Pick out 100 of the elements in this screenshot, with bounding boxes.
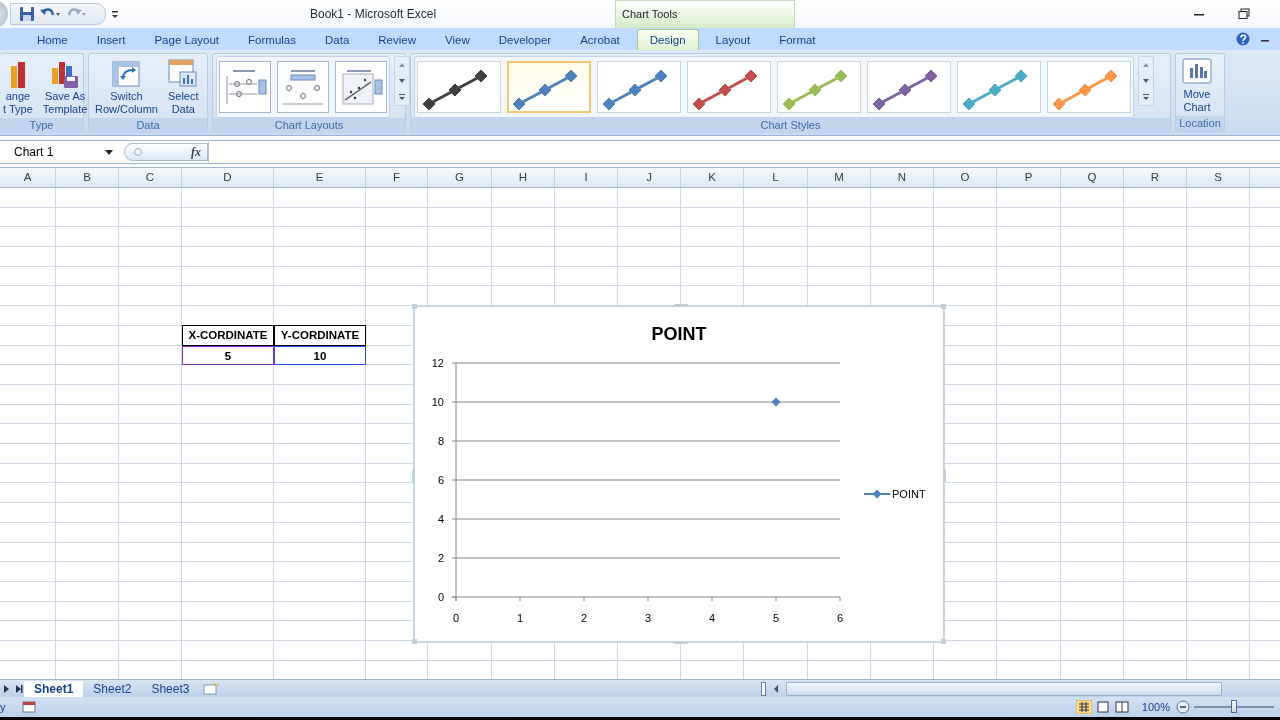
- line-chart-icon: [692, 69, 758, 111]
- column-header[interactable]: N: [871, 168, 934, 187]
- page-break-view-icon[interactable]: [1113, 700, 1130, 714]
- ribbon-tab[interactable]: Review: [366, 30, 428, 50]
- x-tick-label: 6: [836, 612, 844, 624]
- column-header[interactable]: L: [744, 168, 808, 187]
- ribbon-tab[interactable]: Formulas: [236, 30, 308, 50]
- x-tick-label: 1: [516, 612, 524, 624]
- x-tick-label: 5: [772, 612, 780, 624]
- circle-icon: [133, 147, 143, 157]
- column-header[interactable]: H: [492, 168, 555, 187]
- chart-layout-option[interactable]: [277, 61, 329, 113]
- ribbon-tab[interactable]: View: [433, 30, 482, 50]
- column-header[interactable]: Q: [1061, 168, 1124, 187]
- column-header[interactable]: M: [808, 168, 871, 187]
- chart-layout-option[interactable]: [335, 61, 387, 113]
- line-chart-icon: [872, 69, 938, 111]
- column-header[interactable]: G: [428, 168, 492, 187]
- sheet-tab[interactable]: Sheet1: [24, 680, 84, 697]
- restore-icon[interactable]: [1238, 8, 1250, 20]
- chart-style-option[interactable]: [867, 61, 951, 113]
- ribbon-tab[interactable]: Data: [313, 30, 362, 50]
- resize-handle[interactable]: [412, 639, 417, 644]
- move-chart-button[interactable]: Move Chart: [1179, 56, 1215, 116]
- column-header[interactable]: D: [182, 168, 274, 187]
- ribbon-tab[interactable]: Design: [636, 29, 699, 50]
- column-header[interactable]: B: [56, 168, 119, 187]
- save-as-template-button[interactable]: Save As Template: [39, 56, 91, 118]
- ribbon-tab[interactable]: Acrobat: [568, 30, 632, 50]
- sheet-tab[interactable]: Sheet2: [83, 680, 142, 697]
- column-header[interactable]: S: [1187, 168, 1250, 187]
- column-header[interactable]: J: [618, 168, 681, 187]
- y-tick-label: 12: [431, 357, 444, 369]
- column-header[interactable]: P: [997, 168, 1061, 187]
- last-sheet-icon[interactable]: [14, 683, 24, 694]
- column-header[interactable]: I: [555, 168, 618, 187]
- chart-title: POINT: [651, 324, 707, 344]
- normal-view-icon[interactable]: [1075, 700, 1092, 714]
- column-header[interactable]: E: [274, 168, 366, 187]
- resize-handle[interactable]: [944, 470, 946, 482]
- ribbon-tab[interactable]: Format: [767, 30, 828, 50]
- y-tick-label: 8: [437, 435, 444, 447]
- line-chart-icon: [602, 69, 668, 111]
- resize-handle[interactable]: [941, 304, 946, 309]
- resize-handle[interactable]: [674, 304, 688, 306]
- save-icon[interactable]: [19, 6, 35, 22]
- record-macro-icon[interactable]: [21, 701, 36, 713]
- name-box-value: Chart 1: [14, 145, 54, 159]
- column-heading-cell: X-CORDINATE: [182, 324, 274, 346]
- switch-row-column-button[interactable]: Switch Row/Column: [92, 56, 161, 118]
- zoom-slider-thumb[interactable]: [1231, 700, 1237, 713]
- column-header[interactable]: O: [934, 168, 997, 187]
- ribbon-tab[interactable]: Page Layout: [142, 30, 232, 50]
- y-tick-label: 2: [437, 552, 444, 564]
- dropdown-arrow-icon[interactable]: [104, 147, 114, 157]
- scroll-left-icon[interactable]: [772, 683, 780, 694]
- y-tick-label: 10: [431, 396, 444, 408]
- y-tick-label: 4: [437, 513, 444, 525]
- line-chart-icon: [422, 69, 488, 111]
- group-label: Chart Layouts: [213, 118, 405, 133]
- chart-layout-option[interactable]: [219, 61, 271, 113]
- x-tick-label: 3: [644, 612, 652, 624]
- resize-handle[interactable]: [412, 470, 414, 482]
- resize-handle[interactable]: [674, 642, 688, 644]
- ribbon-tab[interactable]: Home: [25, 30, 80, 50]
- column-header[interactable]: F: [366, 168, 428, 187]
- resize-handle[interactable]: [412, 304, 417, 309]
- zoom-level: 100%: [1141, 701, 1170, 713]
- chart-style-option[interactable]: [687, 61, 771, 113]
- table-chart-icon: [168, 58, 199, 88]
- resize-handle[interactable]: [941, 639, 946, 644]
- line-chart-icon: [962, 69, 1028, 111]
- column-heading-cell: Y-CORDINATE: [274, 324, 366, 346]
- page-layout-view-icon[interactable]: [1094, 700, 1111, 714]
- status-text: y: [0, 701, 6, 713]
- change-chart-type-button[interactable]: ange t Type: [3, 56, 36, 118]
- ribbon-tab[interactable]: Insert: [84, 30, 138, 50]
- horizontal-scrollbar[interactable]: [772, 681, 1222, 696]
- split-handle[interactable]: [761, 681, 766, 696]
- insert-function-button[interactable]: fx: [191, 144, 201, 160]
- context-tab-group: Chart Tools: [615, 0, 795, 28]
- sheet-tab[interactable]: Sheet3: [141, 680, 200, 697]
- chart-icon: [1182, 58, 1212, 86]
- group-label: Location: [1176, 116, 1224, 131]
- y-tick-label: 6: [437, 474, 444, 486]
- window-title: Book1 - Microsoft Excel: [310, 7, 438, 21]
- zoom-out-icon[interactable]: [1176, 700, 1190, 714]
- column-header[interactable]: R: [1124, 168, 1187, 187]
- select-data-button[interactable]: Select Data: [164, 56, 202, 118]
- group-label: Type: [0, 118, 83, 133]
- ribbon-tab[interactable]: Developer: [486, 30, 564, 50]
- x-tick-label: 4: [708, 612, 716, 624]
- column-header[interactable]: C: [119, 168, 182, 187]
- name-box[interactable]: Chart 1: [0, 142, 118, 162]
- chart-style-option[interactable]: [417, 61, 501, 113]
- help-icon[interactable]: [1236, 32, 1250, 46]
- column-header[interactable]: K: [681, 168, 744, 187]
- group-label: Data: [89, 118, 207, 133]
- ribbon-tab[interactable]: Layout: [703, 30, 763, 50]
- column-header[interactable]: A: [0, 168, 56, 187]
